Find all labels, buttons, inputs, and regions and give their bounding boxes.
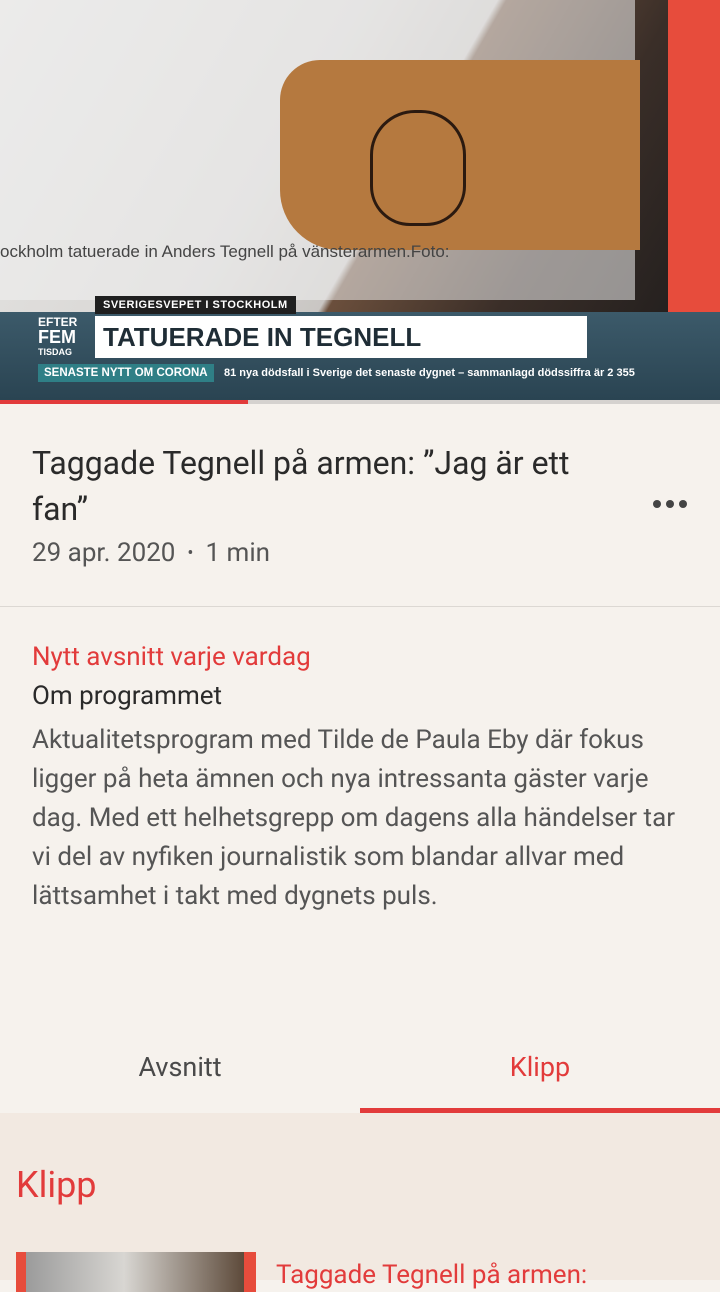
lower-third-headline: TATUERADE IN TEGNELL <box>95 316 587 358</box>
clip-thumbnail[interactable] <box>16 1252 256 1292</box>
content-tabs: Avsnitt Klipp <box>0 1022 720 1112</box>
video-progress-bar[interactable] <box>0 400 720 404</box>
ticker-text: 81 nya dödsfall i Sverige det senaste dy… <box>224 367 635 379</box>
video-player[interactable]: ockholm tatuerade in Anders Tegnell på v… <box>0 0 720 400</box>
tattoo-portrait <box>370 110 466 226</box>
video-progress-fill <box>0 400 249 404</box>
clips-heading: Klipp <box>16 1164 97 1206</box>
logo-line-2: FEM <box>38 327 76 347</box>
program-logo: EFTER FEM TISDAG <box>38 316 86 358</box>
lower-third-kicker: SVERIGESVEPET I STOCKHOLM <box>95 296 296 314</box>
about-description: Aktualitetsprogram med Tilde de Paula Eb… <box>32 725 676 911</box>
tab-clips[interactable]: Klipp <box>360 1022 720 1112</box>
episode-meta: 29 apr. 2020 • 1 min <box>32 538 270 568</box>
more-horizontal-icon <box>653 500 661 508</box>
clip-title[interactable]: Taggade Tegnell på armen: <box>276 1260 587 1290</box>
logo-line-3: TISDAG <box>38 347 73 357</box>
section-divider <box>0 606 720 607</box>
episode-duration: 1 min <box>205 538 271 568</box>
ticker-tag: SENASTE NYTT OM CORONA <box>38 364 214 382</box>
episode-date: 29 apr. 2020 <box>32 538 176 568</box>
meta-separator: • <box>187 542 194 564</box>
more-options-button[interactable] <box>644 484 696 524</box>
broadcast-schedule: Nytt avsnitt varje vardag <box>32 642 311 672</box>
episode-title: Taggade Tegnell på armen: ”Jag är ett fa… <box>32 444 570 528</box>
tab-episodes[interactable]: Avsnitt <box>0 1022 360 1112</box>
clip-thumbnail-image <box>26 1252 244 1292</box>
more-horizontal-icon <box>679 500 687 508</box>
red-frame <box>668 0 720 320</box>
more-horizontal-icon <box>666 500 674 508</box>
about-heading: Om programmet <box>32 681 223 711</box>
photo-caption: ockholm tatuerade in Anders Tegnell på v… <box>0 242 450 261</box>
